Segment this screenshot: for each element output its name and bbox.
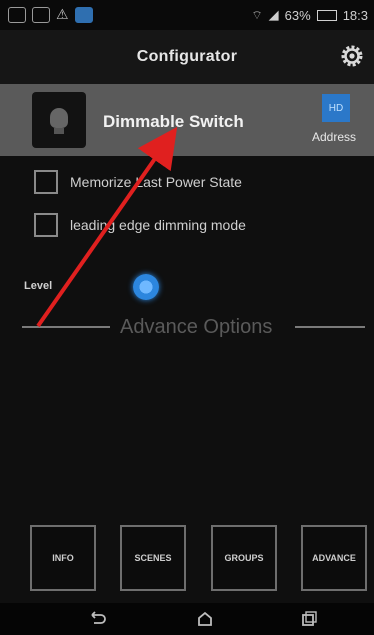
bulb-icon (32, 92, 86, 148)
divider-right (295, 326, 365, 328)
app-icon (74, 6, 93, 23)
address-label: Address (312, 130, 357, 144)
bottom-button-row: INFO SCENES GROUPS ADVANCE (0, 525, 374, 595)
app-header: Configurator (0, 30, 374, 84)
clock: 18:3 (342, 7, 368, 23)
system-nav-bar (0, 603, 374, 635)
battery-icon (316, 9, 337, 21)
whatsapp-icon (8, 6, 26, 23)
level-slider-thumb[interactable] (133, 274, 159, 300)
memorize-power-label: Memorize Last Power State (70, 174, 242, 190)
signal-icon: ◢ (268, 7, 279, 22)
image-icon (32, 6, 50, 23)
address-badge[interactable]: HD (322, 94, 350, 122)
leading-edge-label: leading edge dimming mode (70, 217, 246, 233)
back-icon[interactable] (88, 611, 106, 627)
info-button[interactable]: INFO (30, 525, 96, 591)
home-icon[interactable] (196, 611, 214, 627)
status-left-icons: ⚠ (8, 6, 93, 23)
memorize-power-checkbox[interactable] (34, 170, 58, 194)
device-name: Dimmable Switch (103, 112, 244, 131)
groups-button[interactable]: GROUPS (211, 525, 277, 591)
advance-options-title: Advance Options (120, 316, 273, 338)
advance-button[interactable]: ADVANCE (301, 525, 367, 591)
status-bar: ⚠ ⌔ ◢ 63% 18:3 (0, 0, 374, 30)
battery-percent: 63% (284, 7, 311, 23)
status-right: ⌔ ◢ 63% 18:3 (251, 7, 368, 23)
wifi-icon: ⌔ (251, 7, 263, 22)
level-label: Level (24, 280, 53, 292)
gear-icon[interactable] (340, 44, 364, 68)
leading-edge-checkbox[interactable] (34, 213, 58, 237)
recents-icon[interactable] (300, 611, 318, 627)
option-memorize-power[interactable]: Memorize Last Power State (34, 170, 334, 198)
divider-left (22, 326, 110, 328)
device-panel: Dimmable Switch HD Address (0, 84, 374, 156)
warning-icon: ⚠ (56, 6, 69, 22)
scenes-button[interactable]: SCENES (120, 525, 186, 591)
option-leading-edge[interactable]: leading edge dimming mode (34, 213, 334, 241)
page-title: Configurator (136, 48, 238, 65)
